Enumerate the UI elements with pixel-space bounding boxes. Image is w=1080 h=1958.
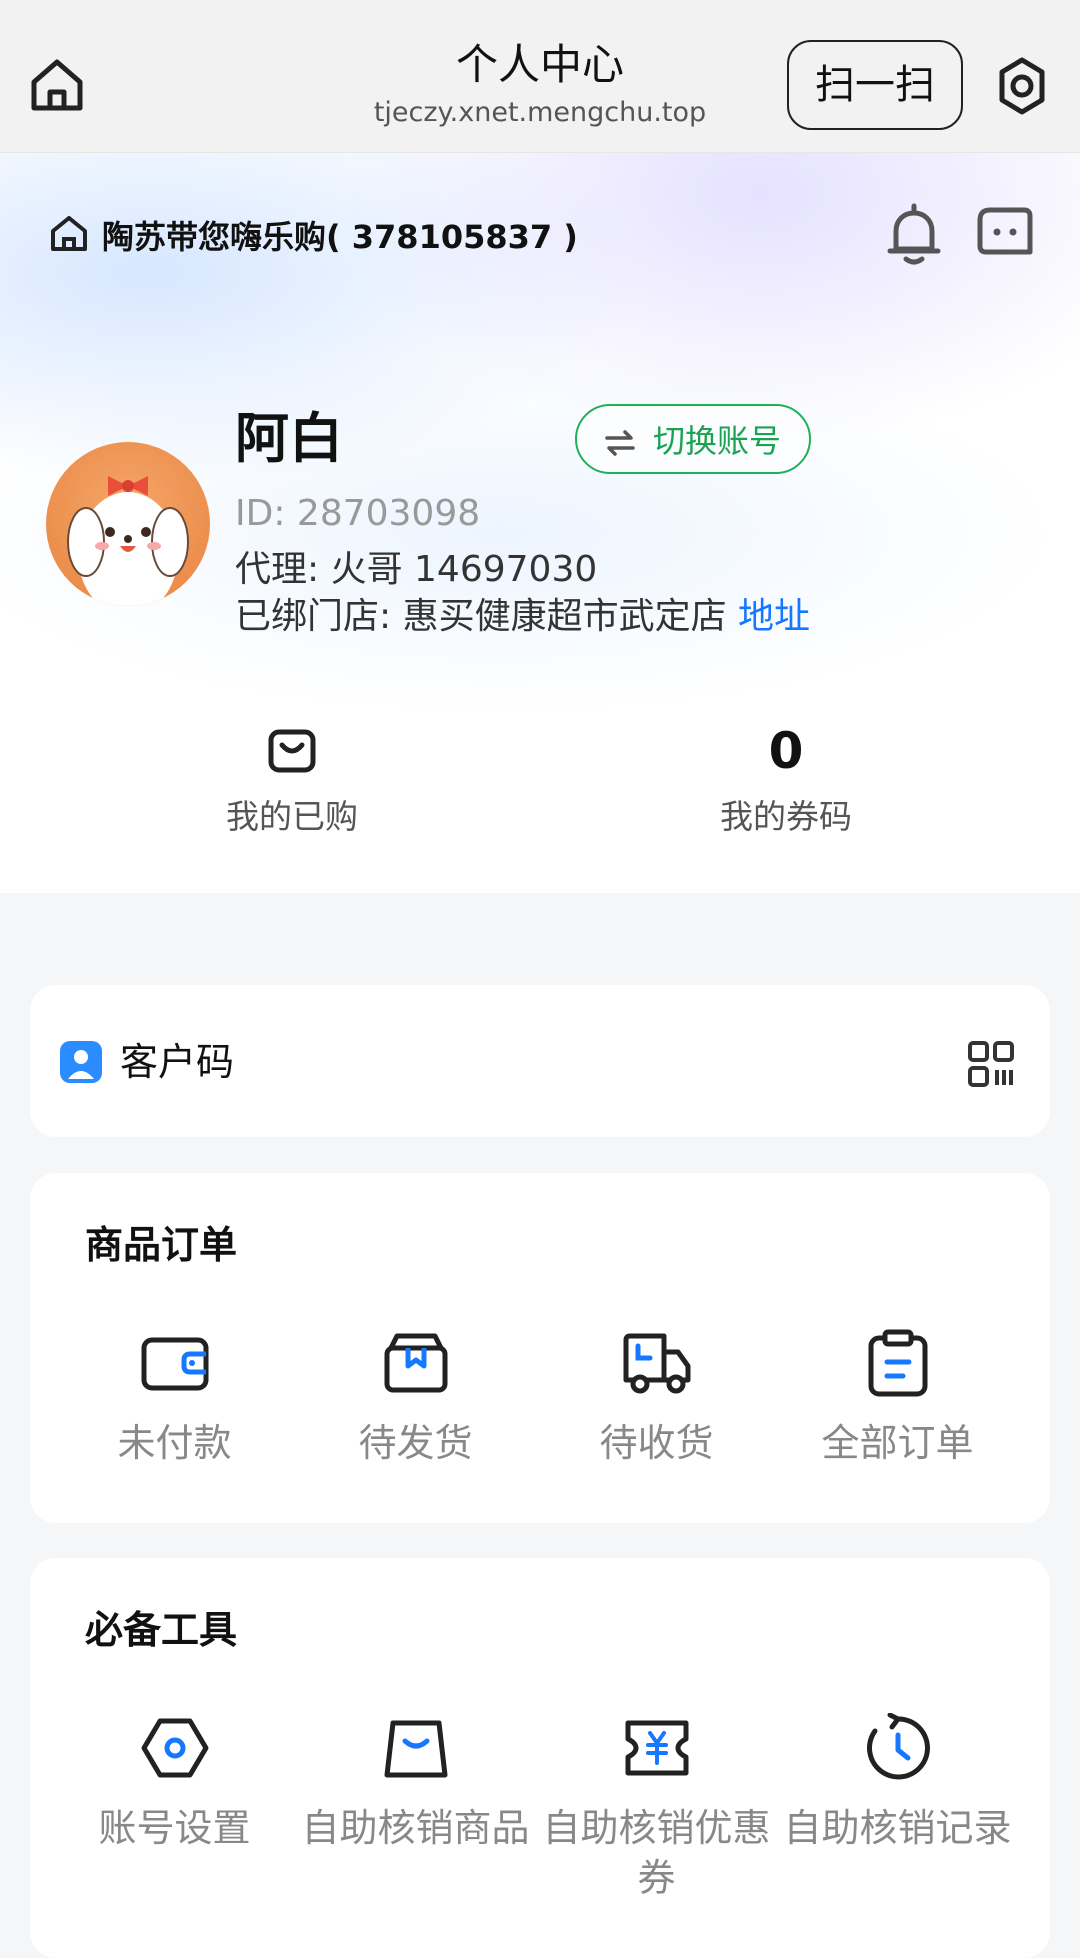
top-bar: 个人中心 tjeczy.xnet.mengchu.top 扫一扫 — [0, 0, 1080, 153]
order-all[interactable]: 全部订单 — [777, 1328, 1018, 1468]
history-icon — [863, 1712, 933, 1783]
bound-store-text: 已绑门店: 惠买健康超市武定店 — [235, 596, 727, 637]
tool-self-verify-coupon[interactable]: 自助核销优惠券 — [536, 1713, 777, 1903]
tool-self-verify-history[interactable]: 自助核销记录 — [777, 1712, 1018, 1903]
agent-info: 代理: 火哥 14697030 — [235, 549, 598, 590]
gear-icon[interactable] — [990, 54, 1054, 118]
tool-account-settings[interactable]: 账号设置 — [54, 1713, 295, 1903]
tools-card: 必备工具 账号设置 自助核销商品 自助核销优惠券 自助核销记录 — [30, 1558, 1050, 1958]
wallet-icon — [140, 1328, 210, 1398]
store-row[interactable]: 陶苏带您嗨乐购( 378105837 ) — [48, 213, 578, 257]
switch-account-button[interactable]: 切换账号 — [575, 404, 811, 474]
home-icon[interactable] — [26, 54, 88, 116]
customer-code-card[interactable]: 客户码 — [30, 985, 1050, 1137]
coupons-stat[interactable]: 0 我的券码 — [656, 720, 916, 838]
bag-icon — [162, 720, 422, 782]
purchased-stat[interactable]: 我的已购 — [162, 720, 422, 838]
switch-account-label: 切换账号 — [652, 422, 781, 460]
avatar[interactable] — [46, 442, 210, 606]
tools-grid: 账号设置 自助核销商品 自助核销优惠券 自助核销记录 — [54, 1712, 1074, 1903]
truck-icon — [622, 1328, 692, 1398]
user-name: 阿白 — [235, 407, 343, 470]
purchased-label: 我的已购 — [226, 797, 358, 836]
coupons-count: 0 — [768, 722, 804, 780]
order-all-label: 全部订单 — [821, 1421, 974, 1465]
order-to-ship[interactable]: 待发货 — [295, 1328, 536, 1468]
order-to-receive[interactable]: 待收货 — [536, 1328, 777, 1468]
order-unpaid[interactable]: 未付款 — [54, 1328, 295, 1468]
hexagon-settings-icon — [140, 1713, 210, 1783]
bound-store: 已绑门店: 惠买健康超市武定店 地址 — [235, 593, 810, 641]
tool-self-verify-goods[interactable]: 自助核销商品 — [295, 1713, 536, 1903]
tools-title: 必备工具 — [85, 1608, 238, 1652]
coupons-label: 我的券码 — [720, 797, 852, 836]
address-link[interactable]: 地址 — [738, 596, 810, 637]
user-badge-icon — [60, 1041, 102, 1083]
clipboard-icon — [863, 1328, 933, 1398]
user-id: ID: 28703098 — [235, 493, 481, 534]
scan-button[interactable]: 扫一扫 — [787, 40, 963, 130]
store-name: 陶苏带您嗨乐购( 378105837 ) — [102, 218, 578, 256]
order-to-ship-label: 待发货 — [358, 1421, 473, 1465]
order-to-receive-label: 待收货 — [599, 1421, 714, 1465]
bell-icon[interactable] — [884, 203, 944, 267]
home-icon — [48, 212, 90, 258]
qr-code-icon[interactable] — [967, 1040, 1015, 1088]
orders-title: 商品订单 — [85, 1223, 238, 1267]
tool-self-verify-history-label: 自助核销记录 — [783, 1806, 1012, 1850]
tool-self-verify-goods-label: 自助核销商品 — [301, 1806, 530, 1850]
coupon-icon — [622, 1713, 692, 1783]
orders-card: 商品订单 未付款 待发货 待收货 全部订单 — [30, 1173, 1050, 1523]
tool-self-verify-coupon-label: 自助核销优惠券 — [542, 1806, 771, 1900]
swap-icon — [605, 426, 635, 456]
bag-icon — [381, 1713, 451, 1783]
order-unpaid-label: 未付款 — [117, 1421, 232, 1465]
orders-grid: 未付款 待发货 待收货 全部订单 — [54, 1328, 1074, 1468]
customer-code-label: 客户码 — [120, 1040, 235, 1084]
box-icon — [381, 1328, 451, 1398]
chat-icon[interactable] — [976, 206, 1034, 258]
tool-account-settings-label: 账号设置 — [98, 1806, 251, 1850]
